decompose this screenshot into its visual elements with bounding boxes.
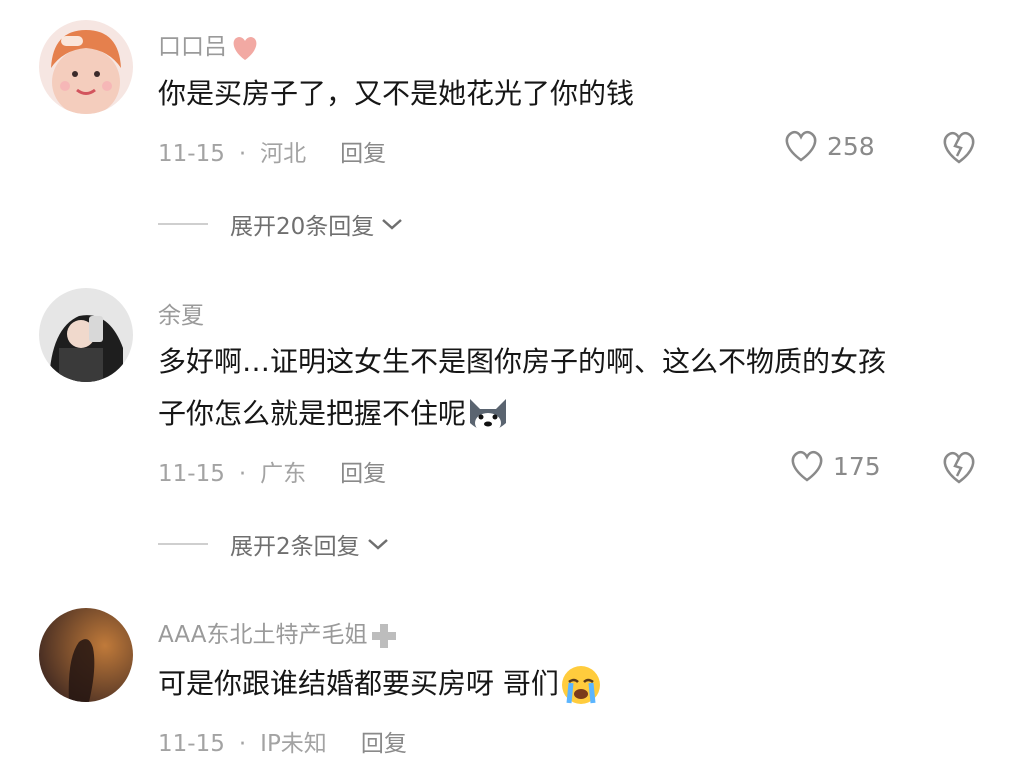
username[interactable]: 口口吕 bbox=[158, 27, 261, 62]
comment-location: 河北 bbox=[260, 141, 307, 167]
comment-meta: 11-15 · 广东 回复 bbox=[158, 461, 387, 487]
heart-outline-icon bbox=[785, 130, 817, 162]
reply-button[interactable]: 回复 bbox=[340, 461, 386, 487]
like-count: 175 bbox=[833, 451, 881, 481]
chevron-down-icon bbox=[367, 539, 388, 550]
reply-button[interactable]: 回复 bbox=[361, 731, 407, 757]
crying-face-emoji bbox=[561, 666, 600, 704]
heart-badge-icon bbox=[233, 36, 257, 60]
like-button[interactable]: 258 bbox=[782, 129, 875, 163]
chevron-down-icon bbox=[382, 219, 403, 230]
dislike-button[interactable] bbox=[940, 449, 978, 489]
comment-location: 广东 bbox=[260, 461, 307, 487]
heart-outline-icon bbox=[791, 450, 823, 482]
broken-heart-icon bbox=[943, 131, 975, 164]
plus-badge-icon bbox=[372, 623, 397, 648]
avatar[interactable] bbox=[39, 288, 133, 382]
divider bbox=[158, 543, 208, 545]
avatar[interactable] bbox=[39, 608, 133, 702]
broken-heart-icon bbox=[943, 451, 975, 484]
like-count: 258 bbox=[827, 131, 875, 161]
comment-meta: 11-15 · IP未知 回复 bbox=[158, 731, 407, 757]
username[interactable]: 余夏 bbox=[158, 296, 204, 330]
expand-replies-button[interactable]: 展开20条回复 bbox=[158, 207, 404, 241]
like-button[interactable]: 175 bbox=[788, 449, 881, 483]
comment-text: 可是你跟谁结婚都要买房呀 哥们 bbox=[158, 658, 988, 710]
husky-dog-emoji bbox=[470, 399, 507, 433]
divider bbox=[158, 223, 208, 225]
expand-replies-button[interactable]: 展开2条回复 bbox=[158, 527, 390, 561]
username[interactable]: AAA东北土特产毛姐 bbox=[158, 615, 399, 651]
comment-meta: 11-15 · 河北 回复 bbox=[158, 141, 387, 167]
avatar[interactable] bbox=[39, 20, 133, 114]
reply-button[interactable]: 回复 bbox=[340, 141, 386, 167]
comment-date: 11-15 bbox=[158, 731, 225, 757]
comment-date: 11-15 bbox=[158, 141, 225, 167]
comment-date: 11-15 bbox=[158, 461, 225, 487]
dislike-button[interactable] bbox=[940, 129, 978, 169]
comment-text: 多好啊…证明这女生不是图你房子的啊、这么不物质的女孩 子你怎么就是把握不住呢 bbox=[158, 336, 988, 440]
comment-text: 你是买房子了，又不是她花光了你的钱 bbox=[158, 77, 635, 110]
comment-location: IP未知 bbox=[260, 731, 327, 757]
